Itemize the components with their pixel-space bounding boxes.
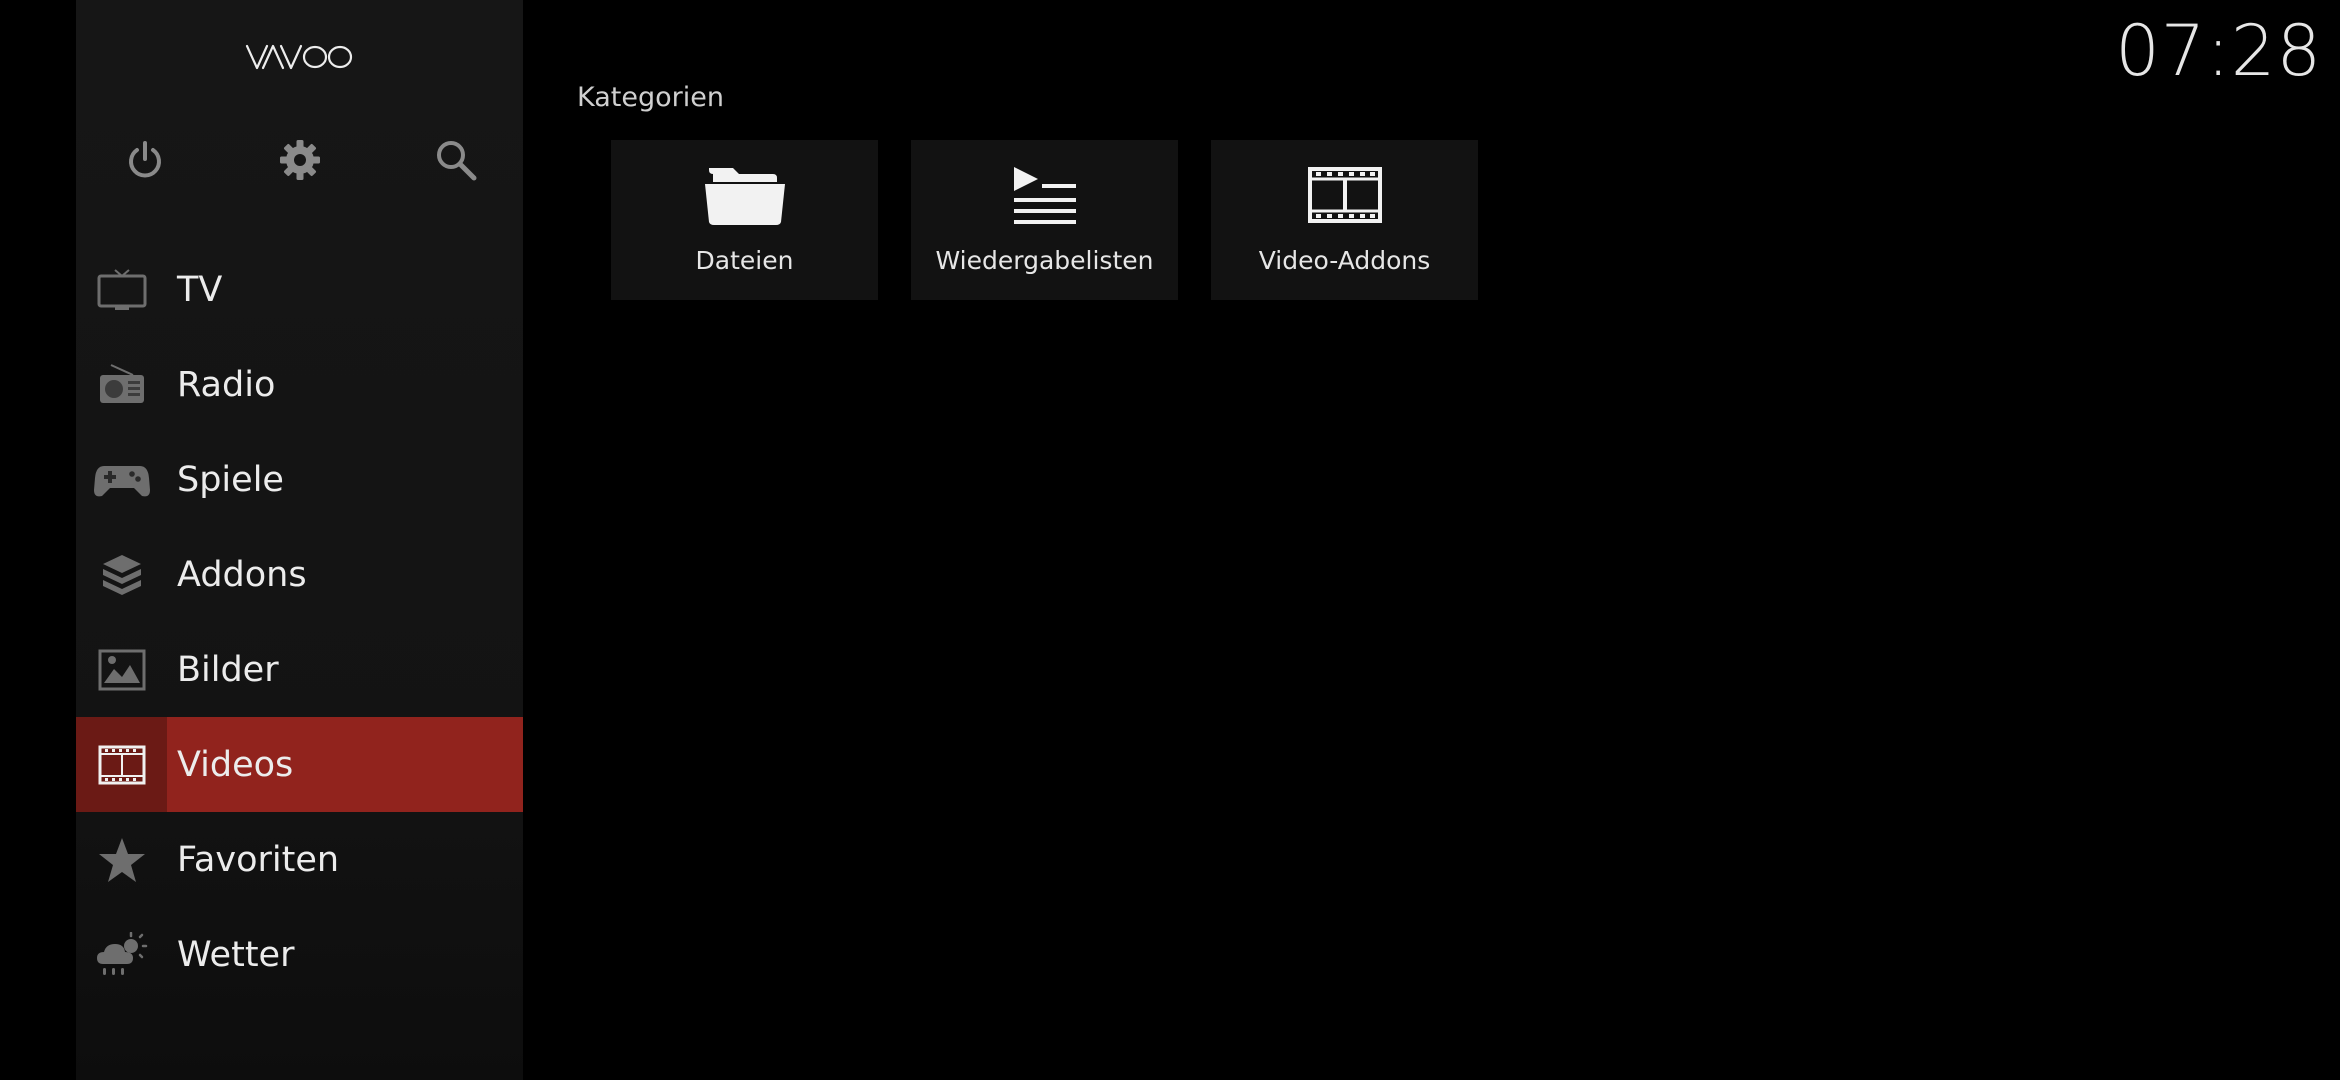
film-icon [1211,160,1478,230]
gear-icon [280,140,320,180]
sidebar-item-label: Spiele [177,459,284,500]
sidebar-item-label: Radio [177,364,276,405]
tile-label: Dateien [695,246,794,275]
picture-icon [76,622,167,717]
section-title: Kategorien [577,82,724,113]
folder-icon [611,160,878,230]
sidebar-item-favoriten[interactable]: Favoriten [76,812,523,907]
search-button[interactable] [426,130,486,190]
tile-video-addons[interactable]: Video-Addons [1211,140,1478,300]
sidebar-item-tv[interactable]: TV [76,242,523,337]
weather-icon [76,907,167,1002]
gamepad-icon [76,432,167,527]
tile-label: Wiedergabelisten [935,246,1154,275]
sidebar-item-bilder[interactable]: Bilder [76,622,523,717]
power-button[interactable] [115,130,175,190]
tile-wiedergabelisten[interactable]: Wiedergabelisten [911,140,1178,300]
tile-dateien[interactable]: Dateien [611,140,878,300]
search-icon [437,141,477,181]
tile-label: Video-Addons [1258,246,1431,275]
top-icon-bar [76,130,523,190]
sidebar-item-videos[interactable]: Videos [76,717,523,812]
sidebar-item-label: Addons [177,554,307,595]
sidebar: TV Radio Spiele Addons Bilder Videos Fav… [76,0,523,1080]
sidebar-item-label: Favoriten [177,839,340,880]
tv-icon [76,242,167,337]
sidebar-item-wetter[interactable]: Wetter [76,907,523,1002]
radio-icon [76,337,167,432]
clock: 07:28 [2115,10,2322,92]
sidebar-item-label: Wetter [177,934,295,975]
sidebar-item-addons[interactable]: Addons [76,527,523,622]
vavoo-logo-mark [245,44,352,70]
home-screen: TV Radio Spiele Addons Bilder Videos Fav… [0,0,2340,1080]
film-icon [76,717,167,812]
star-icon [76,812,167,907]
sidebar-item-radio[interactable]: Radio [76,337,523,432]
sidebar-item-label: Videos [177,744,294,785]
main-menu: TV Radio Spiele Addons Bilder Videos Fav… [76,242,523,1002]
sidebar-item-label: TV [177,269,223,310]
power-icon [129,141,161,178]
vavoo-logo [76,28,523,84]
sidebar-item-label: Bilder [177,649,279,690]
playlist-icon [911,160,1178,230]
sidebar-item-spiele[interactable]: Spiele [76,432,523,527]
box-icon [76,527,167,622]
settings-button[interactable] [270,130,330,190]
